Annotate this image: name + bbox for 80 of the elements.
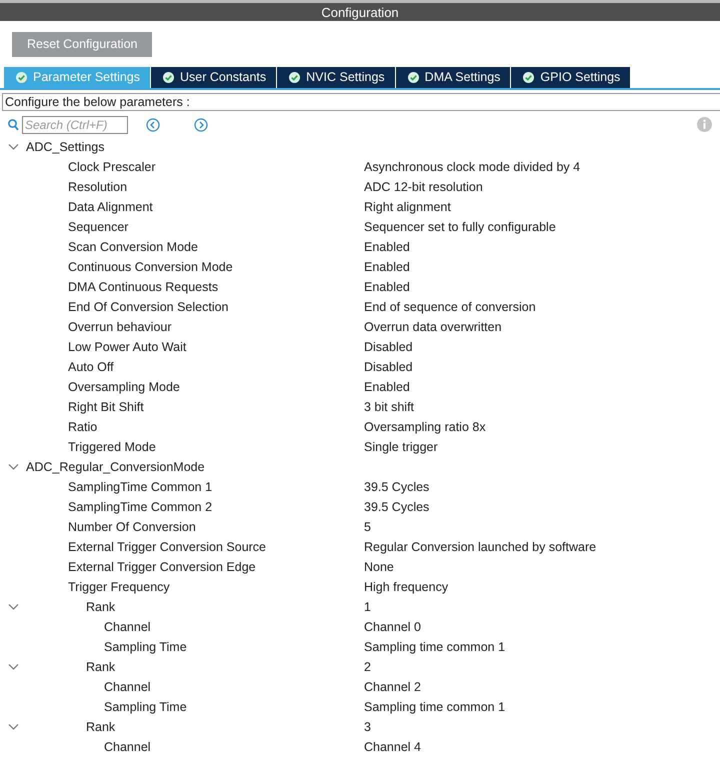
parameter-label: Clock Prescaler xyxy=(68,160,156,174)
parameter-label: Low Power Auto Wait xyxy=(68,340,186,354)
parameter-label: Channel xyxy=(104,620,151,634)
parameter-value: Enabled xyxy=(364,380,410,394)
check-icon xyxy=(163,72,174,83)
check-icon xyxy=(289,72,300,83)
group-label: ADC_Settings xyxy=(26,140,105,154)
parameter-label: Sequencer xyxy=(68,220,128,234)
parameter-label: Scan Conversion Mode xyxy=(68,240,198,254)
parameter-label: SamplingTime Common 1 xyxy=(68,480,212,494)
tab[interactable]: NVIC Settings xyxy=(277,66,395,88)
parameter-value: 5 xyxy=(364,520,371,534)
parameter-label: External Trigger Conversion Source xyxy=(68,540,266,554)
parameter-value: High frequency xyxy=(364,580,448,594)
parameter-value: ADC 12-bit resolution xyxy=(364,180,483,194)
parameter-value: Sequencer set to fully configurable xyxy=(364,220,556,234)
parameter-value: Sampling time common 1 xyxy=(364,640,506,654)
parameter-label: Channel xyxy=(104,680,151,694)
collapse-chevron-icon[interactable] xyxy=(8,663,19,671)
collapse-chevron-icon[interactable] xyxy=(8,463,19,471)
parameter-value: 39.5 Cycles xyxy=(364,480,430,494)
parameter-label: Right Bit Shift xyxy=(68,400,144,414)
parameter-value: Sampling time common 1 xyxy=(364,700,506,714)
tab[interactable]: User Constants xyxy=(151,66,276,88)
parameter-value: 3 bit shift xyxy=(364,400,414,414)
parameter-label: Sampling Time xyxy=(104,640,187,654)
parameter-label: Resolution xyxy=(68,180,128,194)
parameter-value: Channel 0 xyxy=(364,620,421,634)
parameter-label: End Of Conversion Selection xyxy=(68,300,229,314)
parameter-label: Auto Off xyxy=(68,360,114,374)
window-title: Configuration xyxy=(321,4,399,20)
parameter-value: Disabled xyxy=(364,360,413,374)
parameter-value: Enabled xyxy=(364,260,410,274)
parameter-label: Sampling Time xyxy=(104,700,187,714)
parameter-label: Overrun behaviour xyxy=(68,320,172,334)
group-label: ADC_Regular_ConversionMode xyxy=(26,460,205,474)
parameter-value: Overrun data overwritten xyxy=(364,320,502,334)
next-icon[interactable] xyxy=(194,118,208,132)
check-icon xyxy=(408,72,419,83)
parameter-label: Oversampling Mode xyxy=(68,380,180,394)
parameter-label: Channel xyxy=(104,740,151,754)
parameter-label: Data Alignment xyxy=(68,200,153,214)
previous-icon[interactable] xyxy=(146,118,160,132)
tab[interactable]: DMA Settings xyxy=(396,66,510,88)
search-field[interactable]: Search (Ctrl+F) xyxy=(22,116,128,134)
description-field: Configure the below parameters : xyxy=(2,92,720,112)
parameter-label: Trigger Frequency xyxy=(68,580,170,594)
parameter-value: None xyxy=(364,560,394,574)
parameter-value: Enabled xyxy=(364,240,410,254)
parameter-label: Triggered Mode xyxy=(68,440,156,454)
parameter-label: Rank xyxy=(86,720,116,734)
parameter-label: Rank xyxy=(86,600,116,614)
collapse-chevron-icon[interactable] xyxy=(8,603,19,611)
parameter-value: Channel 2 xyxy=(364,680,421,694)
parameter-label: SamplingTime Common 2 xyxy=(68,500,212,514)
check-icon xyxy=(523,72,534,83)
parameter-value: 3 xyxy=(364,720,371,734)
collapse-chevron-icon[interactable] xyxy=(8,143,19,151)
parameter-label: DMA Continuous Requests xyxy=(68,280,218,294)
parameter-value: Channel 4 xyxy=(364,740,421,754)
parameter-value: Regular Conversion launched by software xyxy=(364,540,596,554)
parameter-label: Continuous Conversion Mode xyxy=(68,260,233,274)
parameter-value: 1 xyxy=(364,600,371,614)
parameter-value: Disabled xyxy=(364,340,413,354)
parameter-value: 2 xyxy=(364,660,371,674)
parameter-label: Number Of Conversion xyxy=(68,520,196,534)
parameter-value: Enabled xyxy=(364,280,410,294)
parameter-value: Single trigger xyxy=(364,440,438,454)
parameter-label: Rank xyxy=(86,660,116,674)
search-icon[interactable] xyxy=(8,118,19,131)
collapse-chevron-icon[interactable] xyxy=(8,723,19,731)
parameter-value: Asynchronous clock mode divided by 4 xyxy=(364,160,580,174)
parameter-value: End of sequence of conversion xyxy=(364,300,536,314)
tab[interactable]: GPIO Settings xyxy=(511,66,630,88)
parameter-value: Oversampling ratio 8x xyxy=(364,420,486,434)
parameter-label: External Trigger Conversion Edge xyxy=(68,560,256,574)
check-icon xyxy=(16,72,27,83)
parameter-label: Ratio xyxy=(68,420,98,434)
parameter-value: 39.5 Cycles xyxy=(364,500,430,514)
parameter-value: Right alignment xyxy=(364,200,451,214)
